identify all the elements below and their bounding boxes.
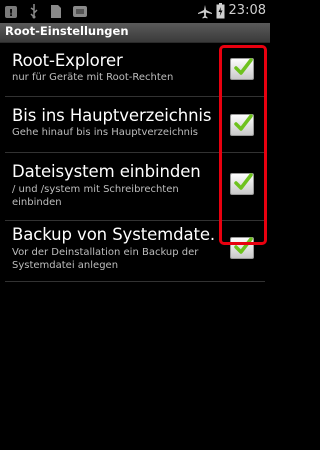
usb-debug-icon [72, 4, 88, 23]
pref-title: Root-Explorer [12, 51, 123, 70]
pref-summary: nur für Geräte mit Root-Rechten [12, 72, 174, 83]
svg-text:!: ! [9, 8, 14, 19]
divider [5, 281, 265, 282]
screen-title: Root-Einstellungen [5, 24, 129, 38]
airplane-mode-icon [198, 4, 212, 23]
status-bar: ! 23:08 [0, 0, 270, 23]
status-time: 23:08 [228, 3, 266, 18]
highlight-box [219, 45, 267, 245]
pref-summary: / und /system mit Schreibrechten einbind… [12, 184, 179, 208]
pref-summary: Gehe hinauf bis ins Hauptverzeichnis [12, 127, 198, 138]
pref-title: Bis ins Hauptverzeichnis [12, 106, 212, 125]
screen: ! 23:08 Root-Einstellungen Root-Explorer… [0, 0, 270, 450]
title-bar: Root-Einstellungen [0, 23, 270, 43]
pref-title: Backup von Systemdate. [12, 225, 216, 244]
notification-icon: ! [4, 4, 18, 23]
battery-charging-icon [216, 3, 225, 23]
usb-icon [28, 4, 40, 23]
pref-summary: Vor der Deinstallation ein Backup der Sy… [12, 247, 199, 271]
sd-card-icon [50, 4, 62, 23]
pref-title: Dateisystem einbinden [12, 162, 201, 181]
